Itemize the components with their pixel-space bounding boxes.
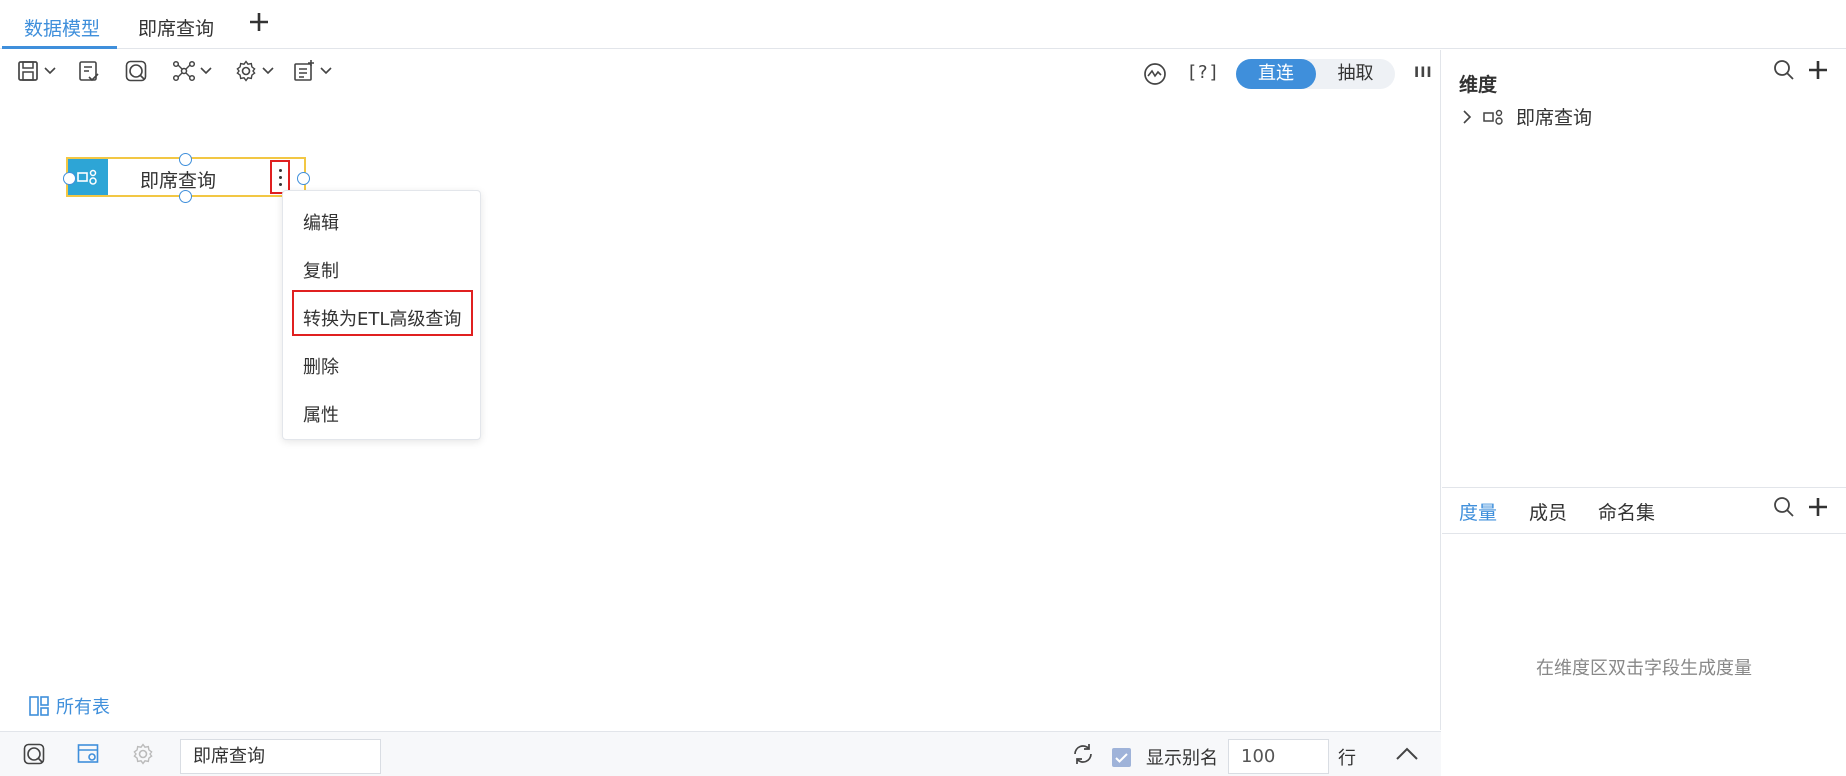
show-alias-label: 显示别名 bbox=[1146, 748, 1218, 769]
menu-item-copy[interactable]: 复制 bbox=[303, 257, 339, 283]
measure-empty-hint: 在维度区双击字段生成度量 bbox=[1536, 658, 1752, 679]
direct-connect-button[interactable]: 直连 bbox=[1236, 59, 1316, 89]
node-handle-right[interactable] bbox=[297, 172, 310, 185]
dimension-tree-item[interactable]: 即席查询 bbox=[1462, 103, 1592, 130]
measure-search-icon[interactable] bbox=[1772, 495, 1796, 519]
menu-item-edit[interactable]: 编辑 bbox=[303, 209, 339, 235]
dimension-search-icon[interactable] bbox=[1772, 58, 1796, 82]
chevron-down-icon bbox=[320, 67, 332, 75]
dimension-item-label: 即席查询 bbox=[1516, 107, 1593, 129]
network-icon bbox=[172, 60, 196, 82]
query-name-input[interactable]: 即席查询 bbox=[180, 739, 381, 774]
gear-icon bbox=[236, 60, 256, 82]
model-canvas[interactable] bbox=[0, 50, 1441, 730]
save-icon bbox=[18, 61, 38, 81]
chevron-right-icon bbox=[1463, 109, 1472, 124]
query-preview-button[interactable] bbox=[124, 57, 148, 85]
add-tab-icon[interactable] bbox=[247, 10, 271, 34]
menu-item-properties[interactable]: 属性 bbox=[303, 401, 339, 427]
performance-button[interactable] bbox=[1142, 60, 1168, 88]
node-more-button[interactable] bbox=[270, 160, 290, 194]
search-frame-icon bbox=[125, 60, 147, 82]
add-table-icon bbox=[294, 60, 314, 81]
tab-data-model[interactable]: 数据模型 bbox=[24, 14, 100, 41]
top-tab-bar: 数据模型 即席查询 bbox=[0, 0, 1846, 49]
table-settings-icon[interactable] bbox=[76, 742, 100, 766]
tab-named-set[interactable]: 命名集 bbox=[1598, 498, 1655, 525]
chevron-down-icon bbox=[200, 67, 212, 75]
dimension-add-icon[interactable] bbox=[1806, 58, 1830, 82]
settings-dropdown[interactable] bbox=[234, 57, 274, 85]
chart-circle-icon bbox=[1144, 63, 1166, 85]
node-handle-top[interactable] bbox=[179, 153, 192, 166]
document-check-icon bbox=[79, 61, 99, 82]
panel-toggle-button[interactable]: III bbox=[1414, 65, 1433, 81]
query-preview-icon[interactable] bbox=[22, 742, 46, 766]
row-count-input[interactable]: 100 bbox=[1228, 739, 1329, 774]
add-table-dropdown[interactable] bbox=[292, 57, 332, 85]
all-tables-link[interactable]: 所有表 bbox=[28, 693, 110, 719]
gear-icon[interactable] bbox=[131, 742, 155, 766]
measure-tabs-divider bbox=[1442, 533, 1846, 534]
measure-add-icon[interactable] bbox=[1806, 495, 1830, 519]
chevron-down-icon bbox=[262, 67, 274, 75]
save-dropdown[interactable] bbox=[16, 57, 56, 85]
panel-divider bbox=[1442, 487, 1846, 488]
right-panel: 维度 即席查询 度量 成员 命名集 在维度区双击字段生成度量 bbox=[1442, 50, 1846, 776]
relation-dropdown[interactable] bbox=[172, 57, 212, 85]
tab-member[interactable]: 成员 bbox=[1529, 498, 1567, 525]
extract-button[interactable]: 抽取 bbox=[1316, 59, 1395, 89]
tab-adhoc-query[interactable]: 即席查询 bbox=[138, 14, 214, 41]
active-tab-indicator bbox=[2, 46, 117, 49]
dimension-title: 维度 bbox=[1459, 74, 1498, 96]
tab-measure[interactable]: 度量 bbox=[1459, 498, 1497, 525]
query-table-icon bbox=[1483, 109, 1503, 125]
refresh-icon[interactable] bbox=[1071, 742, 1095, 766]
node-handle-bottom[interactable] bbox=[179, 190, 192, 203]
node-handle-left[interactable] bbox=[63, 172, 76, 185]
connection-mode-toggle: 直连 抽取 bbox=[1236, 59, 1395, 89]
validate-button[interactable] bbox=[77, 57, 101, 85]
collapse-up-icon[interactable] bbox=[1394, 744, 1420, 762]
layout-icon bbox=[29, 696, 49, 716]
menu-item-convert-etl[interactable]: 转换为ETL高级查询 bbox=[303, 305, 461, 331]
row-unit-label: 行 bbox=[1338, 748, 1356, 769]
show-alias-checkbox[interactable] bbox=[1112, 748, 1131, 767]
all-tables-label: 所有表 bbox=[56, 697, 110, 718]
help-bracket-button[interactable]: [?] bbox=[1189, 62, 1219, 83]
menu-item-delete[interactable]: 删除 bbox=[303, 353, 339, 379]
node-label: 即席查询 bbox=[140, 170, 217, 192]
chevron-down-icon bbox=[44, 67, 56, 75]
bottom-bar: 即席查询 显示别名 100 行 bbox=[0, 731, 1441, 776]
node-context-menu: 编辑 复制 转换为ETL高级查询 删除 属性 bbox=[282, 190, 481, 440]
